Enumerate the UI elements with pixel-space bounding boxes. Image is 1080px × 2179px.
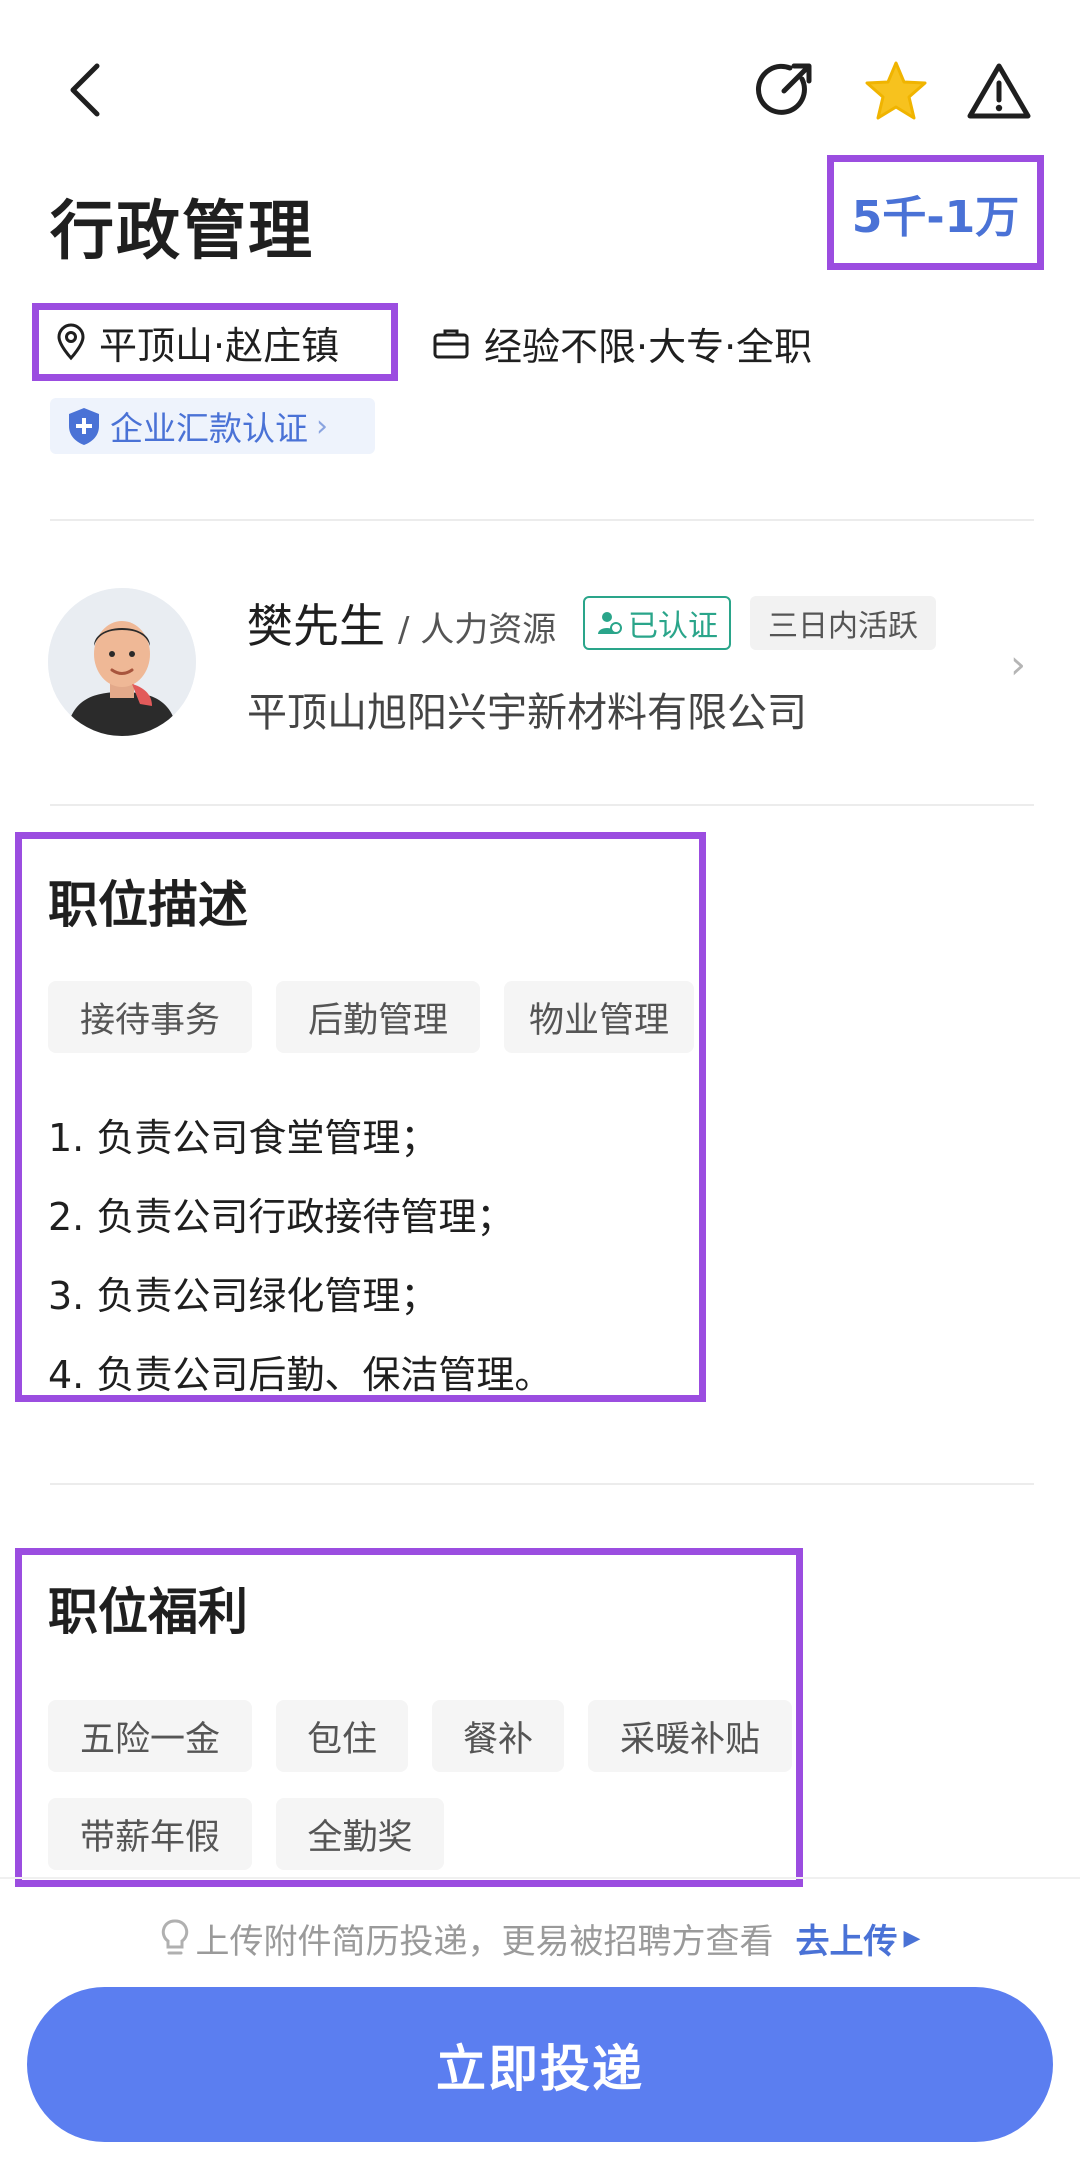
triangle-right-icon: ▶	[903, 1925, 921, 1951]
apply-button[interactable]: 立即投递	[27, 1987, 1053, 2142]
divider	[0, 1877, 1080, 1879]
briefcase-icon	[433, 329, 469, 359]
upload-link[interactable]: 去上传	[796, 1914, 898, 1963]
location-pin-icon	[57, 323, 85, 361]
verified-badge: 已认证	[583, 596, 731, 650]
salary-range: 5千-1万	[827, 155, 1044, 270]
benefit-tag: 带薪年假	[48, 1798, 252, 1870]
benefit-tag: 采暖补贴	[588, 1700, 792, 1772]
requirements-text: 经验不限·大专·全职	[484, 324, 813, 369]
divider	[50, 1483, 1034, 1485]
chevron-right-icon: ›	[1010, 642, 1026, 688]
certification-badge[interactable]: 企业汇款认证 ›	[50, 398, 375, 454]
back-icon[interactable]	[50, 55, 120, 125]
recruiter-card[interactable]: 樊先生 / 人力资源 已认证 三日内活跃 平顶山旭阳兴宇新材料有限公司 ›	[0, 580, 1080, 740]
description-title: 职位描述	[48, 876, 248, 934]
description-line: 2. 负责公司行政接待管理；	[48, 1195, 515, 1239]
job-requirements: 经验不限·大专·全职	[432, 313, 812, 373]
top-bar	[0, 0, 1080, 180]
job-title: 行政管理	[50, 195, 314, 269]
upload-tip: 上传附件简历投递，更易被招聘方查看 去上传 ▶	[0, 1910, 1080, 1966]
benefit-tag: 五险一金	[48, 1700, 252, 1772]
description-tag: 物业管理	[504, 981, 694, 1053]
benefit-tag: 包住	[276, 1700, 408, 1772]
shield-icon	[69, 408, 99, 445]
location[interactable]: 平顶山·赵庄镇	[32, 303, 398, 381]
location-text: 平顶山·赵庄镇	[99, 323, 340, 368]
verified-text: 已认证	[628, 609, 718, 644]
description-line: 4. 负责公司后勤、保洁管理。	[48, 1353, 553, 1397]
bulb-icon	[161, 1919, 188, 1955]
chevron-right-icon: ›	[316, 408, 328, 444]
benefit-tag: 餐补	[432, 1700, 564, 1772]
warning-icon[interactable]	[963, 55, 1035, 127]
description-line: 1. 负责公司食堂管理；	[48, 1116, 439, 1160]
benefit-tag: 全勤奖	[276, 1798, 444, 1870]
company-name: 平顶山旭阳兴宇新材料有限公司	[247, 690, 807, 736]
description-line: 3. 负责公司绿化管理；	[48, 1274, 439, 1318]
description-tag: 接待事务	[48, 981, 252, 1053]
divider	[50, 804, 1034, 806]
upload-tip-text: 上传附件简历投递，更易被招聘方查看	[195, 1921, 774, 1962]
description-tag: 后勤管理	[276, 981, 480, 1053]
recruiter-role: / 人力资源	[398, 610, 557, 650]
avatar	[48, 588, 196, 736]
star-icon[interactable]	[860, 55, 932, 127]
user-check-icon	[598, 612, 622, 634]
active-badge: 三日内活跃	[750, 596, 936, 650]
benefits-title: 职位福利	[48, 1583, 248, 1641]
share-icon[interactable]	[750, 55, 820, 125]
recruiter-name: 樊先生	[247, 599, 385, 653]
certification-text: 企业汇款认证	[110, 409, 308, 448]
divider	[50, 519, 1034, 521]
